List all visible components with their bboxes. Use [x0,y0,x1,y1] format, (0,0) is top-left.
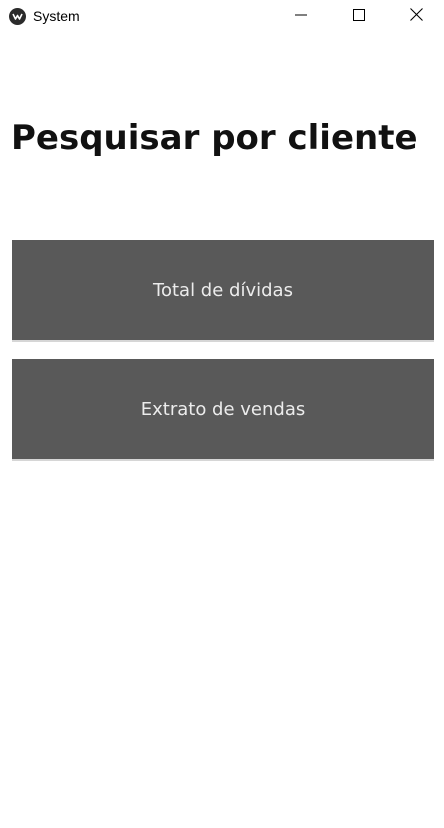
kivy-logo-icon [9,8,26,25]
total-dividas-button[interactable]: Total de dívidas [12,240,434,342]
maximize-button[interactable] [330,0,388,33]
minimize-icon [295,8,307,26]
page-title: Pesquisar por cliente [11,118,418,158]
close-button[interactable] [388,0,444,33]
main-content: Pesquisar por cliente Total de dívidas E… [0,33,444,828]
extrato-vendas-button[interactable]: Extrato de vendas [12,359,434,461]
close-icon [409,7,423,26]
window-title: System [33,8,80,24]
minimize-button[interactable] [272,0,330,33]
app-window: System Pesquisar por cliente Total de dí… [0,0,444,828]
title-bar[interactable]: System [0,0,444,33]
maximize-icon [353,8,365,26]
